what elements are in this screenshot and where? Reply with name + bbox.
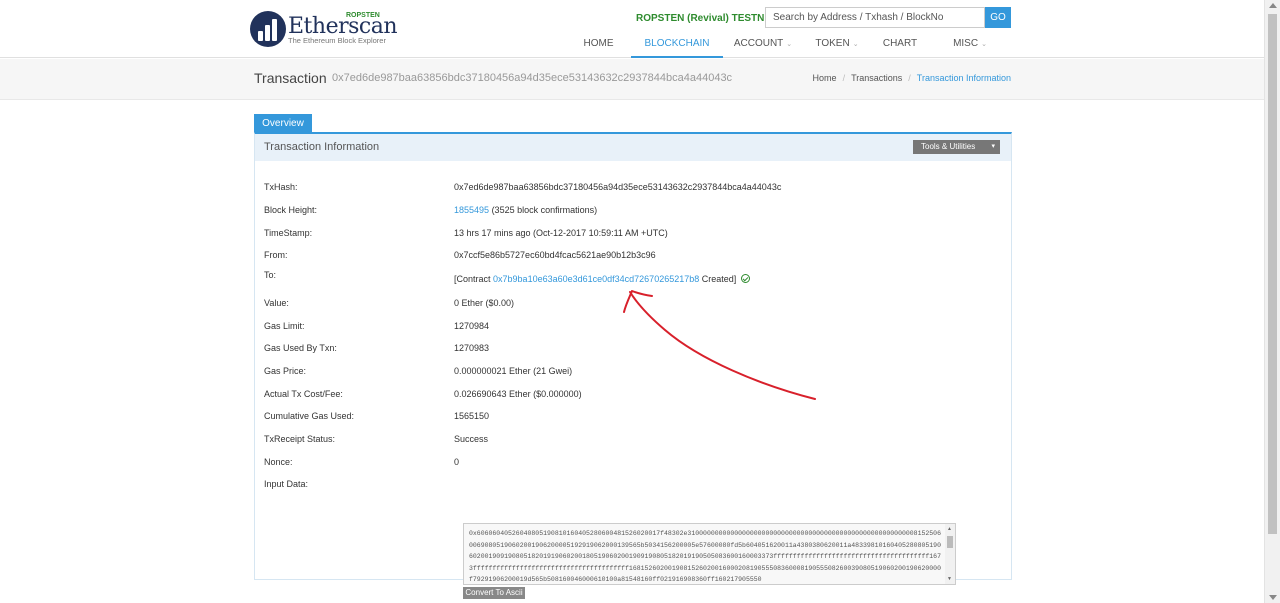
convert-to-ascii-button[interactable]: Convert To Ascii (463, 587, 525, 599)
input-data-textarea[interactable] (463, 523, 956, 585)
chevron-down-icon: ⌄ (852, 41, 859, 48)
input-data-scrollbar[interactable]: ▲ ▼ (945, 524, 955, 584)
transaction-panel: Transaction Information Tools & Utilitie… (254, 132, 1012, 599)
page-title-bar: Transaction 0x7ed6de987baa63856bdc371804… (0, 59, 1264, 100)
check-circle-icon (741, 274, 751, 283)
row-gas-limit: Gas Limit: 1270984 (264, 321, 490, 331)
row-to: To: [Contract 0x7b9ba10e63a60e3d61ce0df3… (264, 270, 964, 289)
row-nonce: Nonce: 0 (264, 457, 460, 467)
row-timestamp: TimeStamp: 13 hrs 17 mins ago (Oct-12-20… (264, 228, 668, 238)
row-block-height: Block Height: 1855495 (3525 block confir… (264, 205, 598, 215)
logo-mark-icon (250, 11, 286, 47)
scroll-up-icon[interactable]: ▲ (947, 526, 952, 532)
from-address-link[interactable]: 0x7ccf5e86b5727ec60bd4fcac5621ae90b12b3c… (454, 250, 656, 260)
network-badge: ROPSTEN (346, 12, 380, 19)
scroll-down-arrow-icon[interactable] (1269, 595, 1277, 600)
scroll-down-icon[interactable]: ▼ (947, 576, 952, 582)
chevron-down-icon: ⌄ (786, 41, 793, 48)
row-cumulative-gas: Cumulative Gas Used: 1565150 (264, 411, 490, 421)
caret-down-icon: ▾ (991, 143, 995, 150)
nav-chart[interactable]: CHART (871, 31, 929, 58)
page-title-hash: 0x7ed6de987baa63856bdc37180456a94d35ece5… (332, 72, 733, 84)
breadcrumb-transactions[interactable]: Transactions (851, 73, 902, 83)
row-gas-price: Gas Price: 0.000000021 Ether (21 Gwei) (264, 366, 573, 376)
nav-account[interactable]: ACCOUNT ⌄ (723, 31, 803, 58)
page-title: Transaction (254, 70, 327, 86)
tools-utilities-button[interactable]: Tools & Utilities ▾ (913, 140, 1000, 154)
row-from: From: 0x7ccf5e86b5727ec60bd4fcac5621ae90… (264, 250, 656, 260)
row-gas-used: Gas Used By Txn: 1270983 (264, 343, 490, 353)
nav-misc[interactable]: MISC ⌄ (929, 31, 1011, 58)
scroll-up-arrow-icon[interactable] (1269, 3, 1277, 8)
contract-address-link[interactable]: 0x7b9ba10e63a60e3d61ce0df34cd72670265217… (493, 274, 699, 284)
go-button[interactable]: GO (985, 7, 1011, 28)
row-receipt-status: TxReceipt Status: Success (264, 434, 489, 444)
nav-home[interactable]: HOME (566, 31, 631, 58)
block-number-link[interactable]: 1855495 (454, 205, 489, 215)
network-label: ROPSTEN (Revival) TESTNET (636, 13, 778, 24)
chevron-down-icon: ⌄ (981, 41, 987, 48)
row-txhash: TxHash: 0x7ed6de987baa63856bdc37180456a9… (264, 182, 782, 192)
scrollbar-thumb[interactable] (1268, 14, 1277, 534)
etherscan-logo[interactable]: Etherscan ROPSTEN The Ethereum Block Exp… (250, 10, 398, 50)
site-header: Etherscan ROPSTEN The Ethereum Block Exp… (0, 0, 1264, 58)
breadcrumb-current: Transaction Information (916, 73, 1011, 83)
search-input[interactable] (765, 7, 985, 28)
page-scrollbar[interactable] (1264, 0, 1280, 603)
panel-header: Transaction Information Tools & Utilitie… (255, 134, 1011, 161)
brand-tagline: The Ethereum Block Explorer (288, 36, 386, 45)
nav-token[interactable]: TOKEN ⌄ (803, 31, 871, 58)
row-input-data: Input Data: (264, 479, 309, 489)
breadcrumb: Home / Transactions / Transaction Informatio… (812, 73, 1011, 83)
txhash-value: 0x7ed6de987baa63856bdc37180456a94d35ece5… (454, 182, 782, 192)
row-tx-fee: Actual Tx Cost/Fee: 0.026690643 Ether ($… (264, 389, 582, 399)
row-value: Value: 0 Ether ($0.00) (264, 298, 515, 308)
status-badge: Success (454, 434, 489, 444)
panel-title: Transaction Information (264, 141, 380, 153)
tab-overview[interactable]: Overview (254, 114, 312, 133)
nav-blockchain[interactable]: BLOCKCHAIN (631, 31, 723, 58)
breadcrumb-home[interactable]: Home (813, 73, 837, 83)
